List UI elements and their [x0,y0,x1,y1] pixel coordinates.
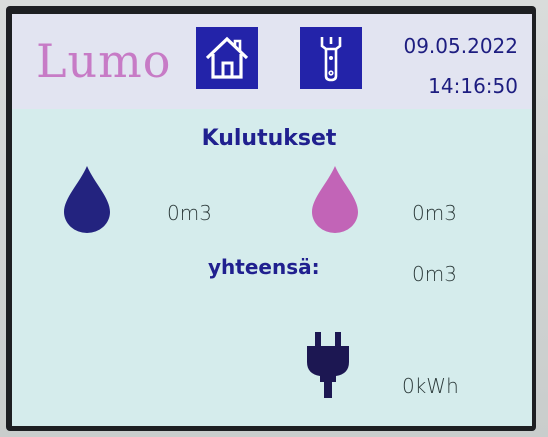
electricity-value: 0kWh [402,374,459,398]
header-bar: Lumo 09.05.2022 14:16:50 [12,14,532,109]
hot-water-value: 0m3 [412,201,457,225]
display-screen: Lumo 09.05.2022 14:16:50 Kulutukset 0m3 … [12,14,532,426]
brand-logo: Lumo [36,34,172,88]
device-frame: Lumo 09.05.2022 14:16:50 Kulutukset 0m3 … [0,0,548,437]
wrench-icon [320,37,342,82]
cold-water-value: 0m3 [167,201,212,225]
total-label: yhteensä: [208,255,320,279]
current-date: 09.05.2022 [403,34,518,58]
settings-button[interactable] [300,27,362,89]
total-value: 0m3 [412,262,457,286]
power-plug-icon [307,332,349,398]
current-time: 14:16:50 [428,74,518,98]
home-icon [205,36,249,79]
consumption-title: Kulutukset [201,126,337,151]
home-button[interactable] [196,27,258,89]
cold-water-drop-icon [64,166,110,233]
hot-water-drop-icon [312,166,358,233]
